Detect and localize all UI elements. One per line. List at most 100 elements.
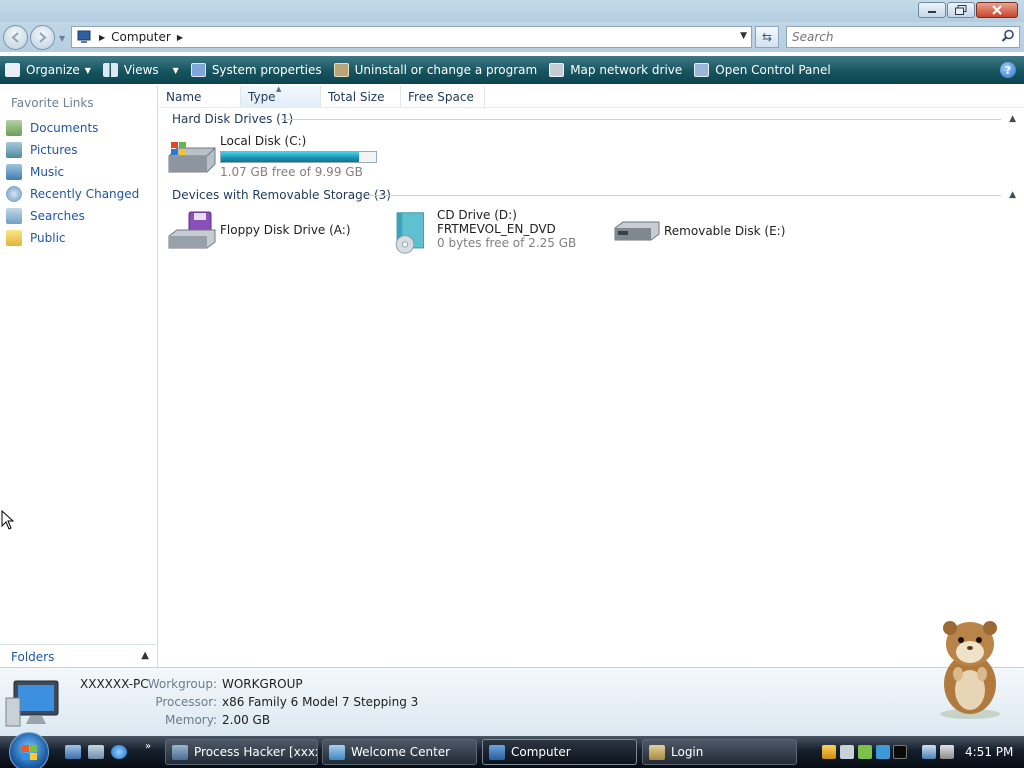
network-drive-icon <box>549 63 565 77</box>
taskbar-button-welcome-center[interactable]: Welcome Center <box>322 739 477 765</box>
process-hacker-icon <box>172 744 188 760</box>
close-icon <box>992 5 1002 15</box>
taskbar-button-label: Process Hacker [xxxx... <box>194 745 317 759</box>
start-button[interactable] <box>9 732 49 768</box>
window-controls <box>918 2 1018 18</box>
computer-icon <box>5 680 59 727</box>
column-header-row: Name Type ▲ Total Size Free Space <box>159 85 1024 108</box>
sidebar-item-recently-changed[interactable]: Recently Changed <box>6 185 139 203</box>
hard-drive-icon <box>168 142 216 173</box>
uninstall-program-label: Uninstall or change a program <box>354 63 538 77</box>
drive-local-disk-c[interactable]: Local Disk (C:) 1.07 GB free of 9.99 GB <box>167 134 377 179</box>
refresh-button[interactable]: ⇆ <box>755 26 779 48</box>
computer-name: XXXXXX-PC <box>80 677 149 691</box>
drive-info: CD Drive (D:) FRTMEVOL_EN_DVD 0 bytes fr… <box>437 208 576 258</box>
help-icon[interactable]: ? <box>1000 62 1016 78</box>
tray-app-icon[interactable] <box>840 745 854 759</box>
uninstall-program-button[interactable]: Uninstall or change a program <box>329 56 545 84</box>
minimize-button[interactable] <box>918 2 946 18</box>
group-hard-disk-drives[interactable]: Hard Disk Drives (1) <box>172 110 293 128</box>
system-properties-button[interactable]: System properties <box>186 56 329 84</box>
taskbar-button-label: Computer <box>511 745 571 759</box>
drive-info: Local Disk (C:) 1.07 GB free of 9.99 GB <box>220 134 377 179</box>
sidebar-item-documents[interactable]: Documents <box>6 119 98 137</box>
organize-button[interactable]: Organize ▼ <box>0 56 98 84</box>
drive-floppy-a[interactable]: Floppy Disk Drive (A:) <box>167 210 351 250</box>
column-free-space[interactable]: Free Space <box>401 86 485 108</box>
sidebar-item-public[interactable]: Public <box>6 229 66 247</box>
taskbar-clock[interactable]: 4:51 PM <box>965 745 1013 759</box>
internet-explorer-icon[interactable] <box>111 745 127 759</box>
security-shield-icon[interactable] <box>822 745 836 759</box>
uninstall-program-icon <box>333 63 349 77</box>
views-icon <box>102 63 118 77</box>
taskbar-button-process-hacker[interactable]: Process Hacker [xxxx... <box>165 739 318 765</box>
drive-name: Removable Disk (E:) <box>664 224 786 238</box>
column-type[interactable]: Type ▲ <box>241 85 321 108</box>
search-box[interactable] <box>786 26 1020 48</box>
sidebar-item-label: Documents <box>30 121 99 135</box>
map-network-drive-label: Map network drive <box>570 63 683 77</box>
hamster-mascot <box>940 621 1000 719</box>
removable-disk-icon <box>614 221 660 241</box>
switch-windows-icon[interactable] <box>88 745 104 759</box>
workgroup-value: WORKGROUP <box>222 677 303 691</box>
drive-name: Local Disk (C:) <box>220 134 307 148</box>
sidebar-item-searches[interactable]: Searches <box>6 207 85 225</box>
sidebar-item-music[interactable]: Music <box>6 163 64 181</box>
breadcrumb-arrow-icon[interactable]: ▶ <box>99 33 105 42</box>
sidebar-item-label: Music <box>30 165 65 179</box>
restore-icon <box>955 5 967 15</box>
forward-button[interactable] <box>30 25 55 50</box>
recently-changed-icon <box>6 186 22 202</box>
folders-label: Folders <box>11 649 55 664</box>
restore-button[interactable] <box>947 2 975 18</box>
search-input[interactable] <box>787 27 987 47</box>
collapse-group-icon[interactable]: ▲ <box>1009 114 1016 124</box>
search-icon[interactable] <box>1001 29 1015 43</box>
quick-launch-more-button[interactable]: » <box>145 741 151 752</box>
back-arrow-icon <box>11 32 19 43</box>
collapse-group-icon[interactable]: ▲ <box>1009 190 1016 200</box>
group-divider <box>281 119 1001 120</box>
drive-name: CD Drive (D:) <box>437 208 517 222</box>
sort-ascending-icon: ▲ <box>276 85 282 93</box>
cd-drive-icon <box>395 212 424 254</box>
address-dropdown-icon[interactable]: ▼ <box>740 31 747 41</box>
sidebar-item-label: Recently Changed <box>30 187 140 201</box>
taskbar-button-label: Login <box>671 745 704 759</box>
volume-muted-icon[interactable] <box>940 745 954 759</box>
forward-arrow-icon <box>39 32 47 43</box>
drive-name: Floppy Disk Drive (A:) <box>220 223 351 237</box>
group-removable-storage[interactable]: Devices with Removable Storage (3) <box>172 186 391 204</box>
tray-app-icon[interactable] <box>858 745 872 759</box>
computer-icon <box>489 744 505 760</box>
map-network-drive-button[interactable]: Map network drive <box>544 56 689 84</box>
breadcrumb-computer[interactable]: Computer <box>111 30 171 44</box>
drive-cd-d[interactable]: CD Drive (D:) FRTMEVOL_EN_DVD 0 bytes fr… <box>390 208 576 258</box>
documents-icon <box>6 120 22 136</box>
network-icon[interactable] <box>922 745 936 759</box>
taskbar-button-computer[interactable]: Computer <box>482 739 637 765</box>
tray-app-icon[interactable] <box>893 745 907 759</box>
sidebar-item-pictures[interactable]: Pictures <box>6 141 78 159</box>
taskbar-button-login[interactable]: Login <box>642 739 797 765</box>
column-total-size[interactable]: Total Size <box>321 86 401 108</box>
sidebar-item-label: Searches <box>30 209 85 223</box>
show-desktop-icon[interactable] <box>65 745 81 759</box>
back-button[interactable] <box>3 25 28 50</box>
address-bar[interactable]: ▶ Computer ▶ ▼ <box>71 26 752 48</box>
views-label: Views <box>123 63 159 77</box>
breadcrumb-chevron-icon[interactable]: ▶ <box>177 33 183 42</box>
searches-icon <box>6 208 22 224</box>
chevron-up-icon[interactable]: ▲ <box>141 650 149 661</box>
folders-toggle[interactable]: Folders ▲ <box>0 644 157 668</box>
recent-pages-dropdown[interactable]: ▼ <box>59 34 65 43</box>
minimize-icon <box>928 11 936 13</box>
drive-removable-e[interactable]: Removable Disk (E:) <box>611 216 785 246</box>
column-name[interactable]: Name <box>159 86 241 108</box>
tray-app-icon[interactable] <box>876 745 890 759</box>
close-button[interactable] <box>976 2 1018 18</box>
open-control-panel-button[interactable]: Open Control Panel <box>689 56 837 84</box>
views-button[interactable]: Views ▼ <box>98 56 186 84</box>
